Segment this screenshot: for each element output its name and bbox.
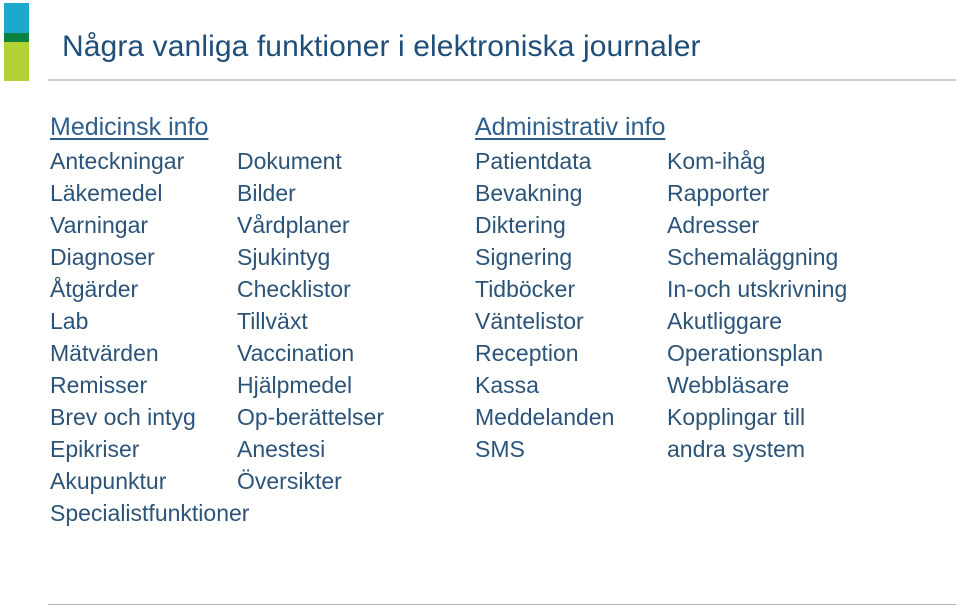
function-list-administrativ-info: Patientdata Kom-ihåg Bevakning Rapporter… xyxy=(475,145,945,465)
list-item: Specialistfunktioner xyxy=(50,500,250,526)
accent-bar-segment-top xyxy=(4,3,29,33)
list-item: Remisser xyxy=(50,372,148,398)
list-item: Dokument xyxy=(237,148,342,174)
function-list-medicinsk-info: Anteckningar Dokument Läkemedel Bilder V… xyxy=(50,145,460,529)
list-item: Schemaläggning xyxy=(667,244,839,270)
slide-canvas: Några vanliga funktioner i elektroniska … xyxy=(0,0,960,611)
list-item: Anestesi xyxy=(237,436,326,462)
list-item: Operationsplan xyxy=(667,340,823,366)
list-item: Lab xyxy=(50,308,89,334)
accent-bar xyxy=(4,3,29,81)
slide-title: Några vanliga funktioner i elektroniska … xyxy=(62,30,701,63)
list-item: Checklistor xyxy=(237,276,351,302)
accent-bar-segment-bottom xyxy=(4,41,29,81)
section-administrativ-info: Administrativ info Patientdata Kom-ihåg … xyxy=(475,112,945,465)
footer-divider-rule xyxy=(48,604,956,605)
list-item: Vårdplaner xyxy=(237,212,350,238)
list-item: Reception xyxy=(475,340,579,366)
list-item: Akutliggare xyxy=(667,308,783,334)
list-item: Hjälpmedel xyxy=(237,372,353,398)
list-item: Rapporter xyxy=(667,180,770,206)
list-item: Tillväxt xyxy=(237,308,308,334)
list-item: Mätvärden xyxy=(50,340,159,366)
list-item: Bevakning xyxy=(475,180,583,206)
list-item: Läkemedel xyxy=(50,180,163,206)
section-medicinsk-info: Medicinsk info Anteckningar Dokument Läk… xyxy=(50,112,460,529)
list-item: Op-berättelser xyxy=(237,404,385,430)
list-item: Akupunktur xyxy=(50,468,167,494)
list-item: Varningar xyxy=(50,212,149,238)
list-item: Webbläsare xyxy=(667,372,790,398)
list-item: Patientdata xyxy=(475,148,592,174)
list-item: Kassa xyxy=(475,372,539,398)
list-item: Anteckningar xyxy=(50,148,185,174)
list-item: Brev och intyg xyxy=(50,404,196,430)
list-item: Diktering xyxy=(475,212,566,238)
list-item: SMS xyxy=(475,436,525,462)
list-item: Kopplingar till xyxy=(667,404,806,430)
list-item: Meddelanden xyxy=(475,404,615,430)
list-item: Vaccination xyxy=(237,340,355,366)
list-item: Kom-ihåg xyxy=(667,148,766,174)
list-item: Väntelistor xyxy=(475,308,584,334)
section-heading-medicinsk-info: Medicinsk info xyxy=(50,113,209,141)
list-item: Adresser xyxy=(667,212,760,238)
list-item: Bilder xyxy=(237,180,296,206)
list-item: Översikter xyxy=(237,468,342,494)
list-item: Epikriser xyxy=(50,436,140,462)
title-divider-rule xyxy=(48,79,956,81)
list-item: Åtgärder xyxy=(50,276,139,302)
section-heading-administrativ-info: Administrativ info xyxy=(475,113,666,141)
list-item: In-och utskrivning xyxy=(667,276,848,302)
list-item: Tidböcker xyxy=(475,276,576,302)
list-item: Diagnoser xyxy=(50,244,155,270)
list-item: Signering xyxy=(475,244,573,270)
accent-bar-segment-middle xyxy=(4,32,29,42)
list-item: Sjukintyg xyxy=(237,244,331,270)
list-item: andra system xyxy=(667,436,806,462)
